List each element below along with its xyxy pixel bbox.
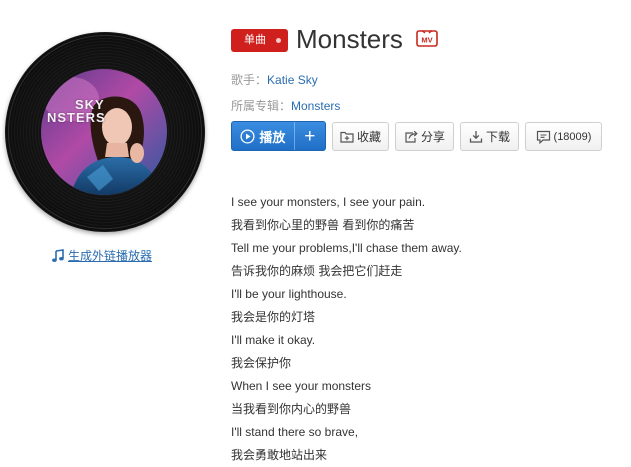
- play-button[interactable]: 播放: [232, 122, 294, 150]
- share-label: 分享: [420, 130, 445, 144]
- comment-count: (18009): [553, 130, 592, 143]
- lyric-line: 我看到你心里的野兽 看到你的痛苦: [231, 218, 415, 232]
- lyric-line: I'll stand there so brave,: [231, 425, 359, 439]
- lyric-line: I see your monsters, I see your pain.: [231, 195, 426, 209]
- mv-icon[interactable]: MV: [416, 30, 438, 48]
- embed-link-label: 生成外链播放器: [68, 249, 153, 263]
- singer-row: 歌手：Katie Sky: [231, 71, 318, 88]
- lyric-line: 我会是你的灯塔: [231, 310, 316, 324]
- folder-add-icon: [340, 131, 354, 143]
- lyric-line: I'll make it okay.: [231, 333, 316, 347]
- share-icon: [405, 130, 418, 143]
- collect-button[interactable]: 收藏: [332, 122, 389, 151]
- lyric-line: 我会保护你: [231, 356, 292, 370]
- album-link[interactable]: Monsters: [291, 99, 340, 113]
- cover-art-image: [41, 69, 167, 195]
- mv-badge-text: MV: [421, 36, 432, 45]
- single-tag: 单曲: [231, 29, 288, 52]
- lyric-line: Tell me your problems,I'll chase them aw…: [231, 241, 462, 255]
- comment-icon: [536, 130, 550, 144]
- lyric-line: 告诉我你的麻烦 我会把它们赶走: [231, 264, 403, 278]
- share-button[interactable]: 分享: [395, 122, 454, 151]
- lyric-line: 当我看到你内心的野兽: [231, 402, 352, 416]
- lyrics-list: I see your monsters, I see your pain. 我看…: [231, 191, 462, 467]
- lyric-line: When I see your monsters: [231, 379, 372, 393]
- collect-label: 收藏: [356, 130, 381, 144]
- cover-text: SKY NSTERS: [41, 98, 167, 124]
- download-icon: [469, 131, 483, 143]
- generate-embed-player-link[interactable]: 生成外链播放器: [51, 247, 152, 264]
- music-note-icon: [52, 248, 64, 262]
- song-title: Monsters: [296, 24, 403, 54]
- cover-text-line2: NSTERS: [47, 110, 106, 125]
- album-vinyl: SKY NSTERS: [5, 32, 205, 232]
- play-label: 播放: [259, 129, 286, 145]
- play-icon: [240, 128, 255, 144]
- album-row: 所属专辑：Monsters: [231, 97, 340, 114]
- add-to-playlist-button[interactable]: +: [293, 122, 325, 150]
- lyric-line: I'll be your lighthouse.: [231, 287, 347, 301]
- download-label: 下载: [485, 130, 510, 144]
- album-cover[interactable]: SKY NSTERS: [41, 69, 167, 195]
- album-label: 所属专辑：: [231, 99, 292, 113]
- lyric-line: 我会勇敢地站出来: [231, 448, 328, 462]
- comments-button[interactable]: (18009): [525, 122, 602, 151]
- download-button[interactable]: 下载: [460, 122, 519, 151]
- play-button-group: 播放 +: [231, 121, 326, 151]
- singer-label: 歌手：: [231, 73, 268, 87]
- singer-link[interactable]: Katie Sky: [267, 73, 318, 87]
